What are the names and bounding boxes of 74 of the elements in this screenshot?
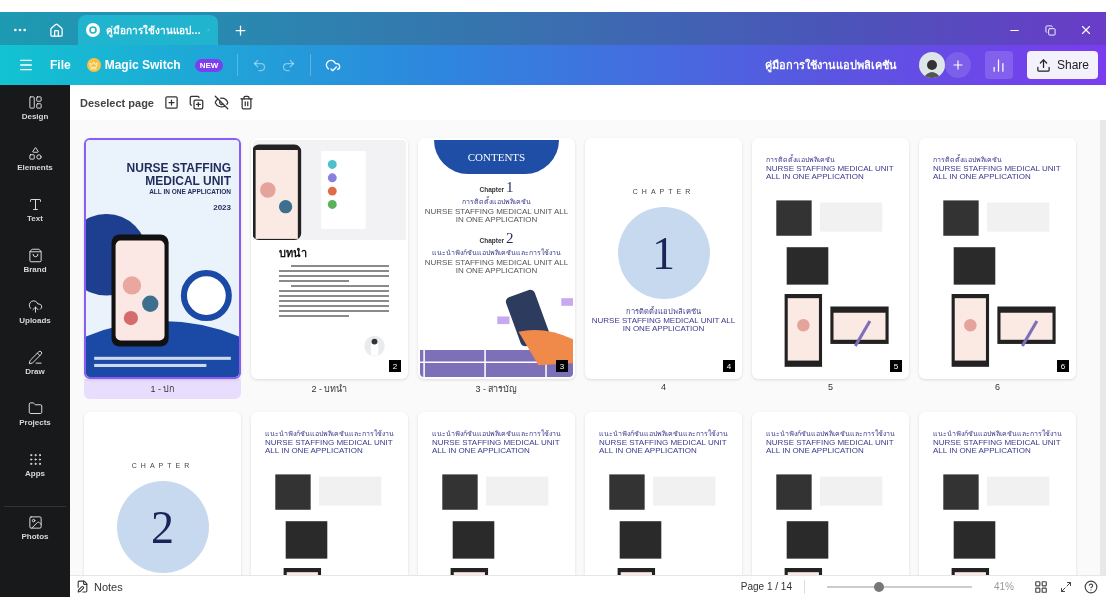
text-icon <box>27 197 43 212</box>
page-number-badge: 5 <box>890 360 902 372</box>
page-subtitle: NURSE STAFFING MEDICAL UNIT ALL IN ONE APPLICATION <box>766 165 895 182</box>
new-badge: NEW <box>194 58 224 72</box>
chapter-number: 2 <box>151 500 174 554</box>
page-indicator: Page 1 / 14 <box>740 581 792 592</box>
sidebar-item[interactable]: Uploads <box>4 299 66 350</box>
document-title[interactable]: คู่มือการใช้งานแอปพลิเคชัน <box>764 56 897 74</box>
pen-icon <box>27 350 43 365</box>
avatar[interactable] <box>918 52 945 78</box>
cloud-upload-icon <box>27 299 43 314</box>
add-page-icon[interactable] <box>164 95 179 110</box>
cover-title: MEDICAL UNIT <box>145 175 231 189</box>
page-number-badge: 4 <box>723 360 735 372</box>
undo-icon[interactable] <box>252 57 268 73</box>
sidebar-item[interactable]: Brand <box>4 248 66 299</box>
share-button[interactable]: Share <box>1026 51 1098 79</box>
grid-view-icon[interactable] <box>1034 579 1048 594</box>
chapter-subtitle: NURSE STAFFING MEDICAL UNIT ALL IN ONE APPLICATION <box>424 208 569 225</box>
image-icon <box>27 515 43 530</box>
hide-page-icon[interactable] <box>214 95 229 110</box>
page-subtitle: NURSE STAFFING MEDICAL UNIT ALL IN ONE APPLICATION <box>599 439 728 456</box>
sidebar-item[interactable]: Elements <box>4 146 66 197</box>
page-label: 3 - สารบัญ <box>474 383 519 396</box>
notes-button[interactable]: Notes <box>70 579 129 594</box>
layout-icon <box>27 95 43 110</box>
cover-title: NURSE STAFFING <box>126 162 231 176</box>
page-label: 2 - บทนำ <box>310 383 349 396</box>
zoom-percentage: 41% <box>994 581 1014 592</box>
shapes-icon <box>27 146 43 161</box>
chapter-number: 2 <box>506 230 514 246</box>
chapter-subtitle: NURSE STAFFING MEDICAL UNIT ALL IN ONE APPLICATION <box>591 317 736 334</box>
share-icon <box>1035 57 1051 73</box>
chapter-number: 1 <box>506 180 514 195</box>
page-number-badge: 6 <box>1057 360 1069 372</box>
delete-icon[interactable] <box>239 95 254 110</box>
page-label: 1 - ปก <box>84 379 241 399</box>
chapter-number: 1 <box>652 226 675 280</box>
fullscreen-icon[interactable] <box>1060 580 1072 593</box>
cover-year: 2023 <box>213 203 231 213</box>
duplicate-page-icon[interactable] <box>189 95 204 110</box>
page-number-badge: 3 <box>556 360 568 372</box>
page-subtitle: NURSE STAFFING MEDICAL UNIT ALL IN ONE APPLICATION <box>265 439 394 456</box>
sidebar-item[interactable]: Draw <box>4 350 66 401</box>
page-subtitle: NURSE STAFFING MEDICAL UNIT ALL IN ONE APPLICATION <box>933 439 1062 456</box>
redo-icon[interactable] <box>281 57 297 73</box>
zoom-thumb[interactable] <box>874 581 885 592</box>
sidebar-item[interactable]: Design <box>4 95 66 146</box>
logo-icon <box>86 23 100 37</box>
page-subtitle: NURSE STAFFING MEDICAL UNIT ALL IN ONE APPLICATION <box>432 439 561 456</box>
contents-heading: CONTENTS <box>467 151 526 163</box>
help-icon[interactable] <box>1084 579 1098 594</box>
page-label: 4 <box>660 381 667 394</box>
page-subtitle: NURSE STAFFING MEDICAL UNIT ALL IN ONE APPLICATION <box>766 439 895 456</box>
page-heading: บทนำ <box>278 246 308 261</box>
page-label: 6 <box>994 381 1001 394</box>
sidebar-item[interactable]: Photos <box>4 515 66 566</box>
sidebar-item[interactable]: Projects <box>4 401 66 452</box>
page-thumbnail[interactable]: บทนำ 2 <box>251 138 408 379</box>
crown-icon <box>86 58 101 72</box>
grid-dots-icon <box>27 452 43 467</box>
page-number-badge: 2 <box>389 360 401 372</box>
page-subtitle: NURSE STAFFING MEDICAL UNIT ALL IN ONE APPLICATION <box>933 165 1062 182</box>
deselect-page-button[interactable]: Deselect page <box>80 94 154 111</box>
sidebar-item[interactable]: Apps <box>4 452 66 503</box>
bag-icon <box>27 248 43 263</box>
page-label: 5 <box>827 381 834 394</box>
notes-icon <box>76 580 89 593</box>
cloud-check-icon[interactable] <box>325 57 342 73</box>
chapter-subtitle: NURSE STAFFING MEDICAL UNIT ALL IN ONE APPLICATION <box>424 258 569 276</box>
sidebar-item[interactable]: Text <box>4 197 66 248</box>
chart-icon[interactable] <box>984 51 1013 79</box>
menu-icon[interactable] <box>18 57 34 73</box>
folder-icon <box>27 401 43 416</box>
